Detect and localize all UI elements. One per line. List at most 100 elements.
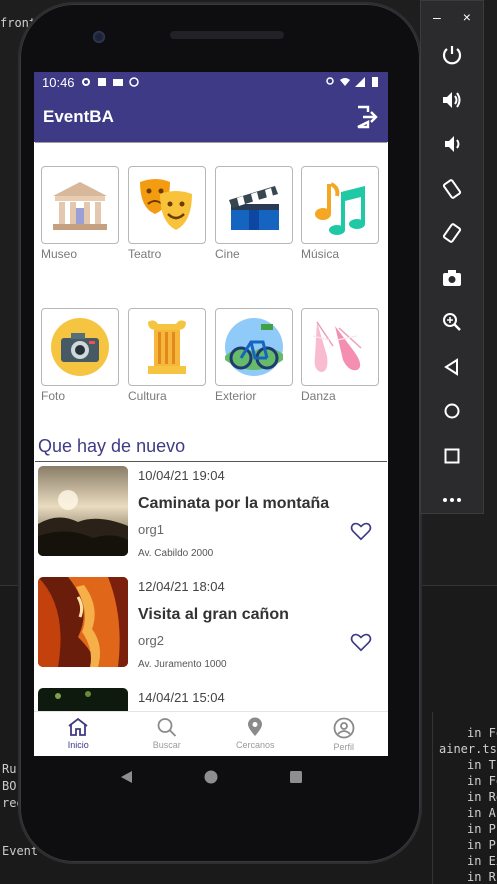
event-thumbnail	[38, 466, 128, 556]
category-danza[interactable]: Danza	[301, 308, 379, 403]
category-musica[interactable]: Música	[301, 166, 379, 261]
app-bar: EventBA	[34, 92, 388, 142]
phone-speaker	[170, 31, 284, 39]
category-label: Teatro	[128, 247, 162, 261]
ide-text-line: Ru	[2, 762, 17, 776]
nav-inicio[interactable]: Inicio	[34, 712, 123, 756]
category-tile[interactable]	[128, 166, 206, 244]
category-grid: Museo Teatro Cine Música Foto Cultura Ex…	[34, 143, 388, 433]
event-organizer: org2	[138, 633, 165, 648]
nav-perfil[interactable]: Perfil	[300, 712, 389, 756]
category-tile[interactable]	[301, 166, 379, 244]
mail-icon	[112, 79, 123, 86]
ide-text-line: in Pr	[467, 822, 497, 836]
power-icon[interactable]	[421, 33, 483, 78]
event-card[interactable]: 12/04/21 18:04 Visita al gran cañon org2…	[34, 567, 388, 678]
category-tile[interactable]	[301, 308, 379, 386]
screenshot-icon[interactable]	[421, 256, 483, 301]
nav-buscar[interactable]: Buscar	[123, 712, 212, 756]
event-thumbnail	[38, 577, 128, 667]
category-cultura[interactable]: Cultura	[128, 308, 206, 403]
home-circle-icon[interactable]	[421, 389, 483, 434]
event-card[interactable]: 10/04/21 19:04 Caminata por la montaña o…	[34, 456, 388, 567]
location-pin-icon	[248, 717, 263, 736]
category-label: Cultura	[128, 389, 167, 403]
category-tile[interactable]	[128, 308, 206, 386]
category-museo[interactable]: Museo	[41, 166, 119, 261]
ballet-shoes-icon	[312, 321, 362, 372]
profile-icon	[333, 717, 355, 739]
theater-masks-icon	[140, 179, 192, 230]
ide-text-line: in Au	[467, 806, 497, 820]
system-back-icon[interactable]	[119, 770, 133, 784]
nav-label: Buscar	[152, 740, 181, 750]
overview-icon[interactable]	[421, 434, 483, 479]
system-home-icon[interactable]	[204, 770, 218, 784]
category-label: Exterior	[215, 389, 257, 403]
ide-text-line: in Re	[467, 790, 497, 804]
nav-label: Perfil	[333, 742, 354, 752]
location-icon	[326, 77, 334, 85]
app-title: EventBA	[43, 107, 114, 126]
ide-text-line: in Pr	[467, 838, 497, 852]
emulator-toolbar: – ×	[420, 0, 484, 514]
category-label: Cine	[215, 247, 240, 261]
back-icon[interactable]	[421, 345, 483, 390]
system-navigation-bar	[34, 756, 388, 798]
nav-label: Inicio	[67, 740, 89, 750]
category-tile[interactable]	[41, 308, 119, 386]
event-address: Av. Juramento 1000	[138, 659, 227, 670]
zoom-icon[interactable]	[421, 300, 483, 345]
event-name: Visita al gran cañon	[138, 606, 289, 623]
category-cine[interactable]: Cine	[215, 166, 293, 261]
category-tile[interactable]	[41, 166, 119, 244]
event-organizer: org1	[138, 522, 165, 537]
category-label: Foto	[41, 389, 66, 403]
category-foto[interactable]: Foto	[41, 308, 119, 403]
bicycle-icon	[225, 318, 283, 376]
signal-icon	[355, 77, 365, 87]
status-bar: 10:46	[34, 72, 388, 92]
rotate-left-icon[interactable]	[421, 167, 483, 212]
emulator-close-button[interactable]: ×	[463, 9, 471, 25]
battery-icon	[372, 77, 378, 87]
ide-text-line: BO	[2, 779, 17, 793]
ide-text-line: ainer.tsx	[439, 742, 497, 756]
category-tile[interactable]	[215, 166, 293, 244]
clapperboard-icon	[229, 186, 279, 230]
sync-icon	[128, 77, 139, 87]
home-icon	[68, 717, 88, 736]
ide-text-line: in R	[467, 870, 496, 884]
nav-cercanos[interactable]: Cercanos	[211, 712, 300, 756]
category-label: Museo	[41, 247, 78, 261]
system-recents-icon[interactable]	[289, 770, 303, 784]
ide-text-line: in Fo	[467, 774, 497, 788]
more-icon[interactable]	[421, 478, 483, 523]
event-address: Av. Cabildo 2000	[138, 548, 214, 559]
volume-down-icon[interactable]	[421, 122, 483, 167]
category-exterior[interactable]: Exterior	[215, 308, 293, 403]
event-date: 14/04/21 15:04	[138, 690, 225, 705]
favorite-heart-icon[interactable]	[350, 520, 372, 542]
event-date: 10/04/21 19:04	[138, 468, 225, 483]
category-label: Danza	[301, 389, 336, 403]
ide-text-line: in Ex	[467, 854, 497, 868]
nav-label: Cercanos	[235, 740, 275, 750]
emulator-minimize-button[interactable]: –	[433, 9, 441, 25]
logout-icon[interactable]	[353, 104, 379, 130]
category-label: Música	[301, 247, 340, 261]
category-teatro[interactable]: Teatro	[128, 166, 206, 261]
ide-right-panel: in Fo ainer.tsx in Th in Fo in Re in Au …	[432, 712, 497, 884]
event-name: Caminata por la montaña	[138, 495, 330, 512]
rotate-right-icon[interactable]	[421, 211, 483, 256]
search-icon	[157, 718, 176, 737]
category-tile[interactable]	[215, 308, 293, 386]
event-date: 12/04/21 18:04	[138, 579, 225, 594]
museum-icon	[53, 182, 107, 230]
notification-icon	[97, 78, 106, 86]
ide-text-line: in Fo	[467, 726, 497, 740]
volume-up-icon[interactable]	[421, 78, 483, 123]
settings-icon	[81, 78, 90, 86]
favorite-heart-icon[interactable]	[350, 631, 372, 653]
music-notes-icon	[315, 182, 365, 235]
